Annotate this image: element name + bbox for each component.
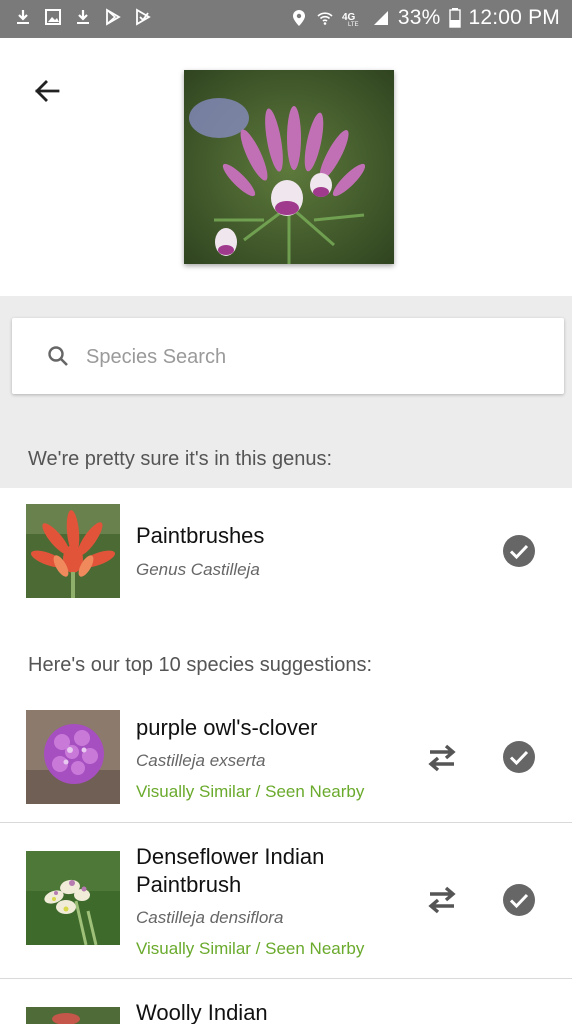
- species-section-label: Here's our top 10 species suggestions:: [28, 654, 373, 676]
- owls-clover-thumbnail: [26, 710, 120, 804]
- battery-icon: [448, 8, 461, 28]
- location-icon: [292, 10, 305, 26]
- genus-common-name: Paintbrushes: [136, 523, 265, 548]
- species-suggestion-row[interactable]: Woolly Indian: [0, 979, 572, 1024]
- species-common-name-line1: Woolly Indian: [136, 1000, 268, 1024]
- header: [0, 38, 572, 296]
- lte-icon: 4GLTE: [342, 12, 359, 27]
- download-icon: [17, 10, 29, 24]
- flower-photo-image: [184, 70, 394, 264]
- species-common-name-line2: Paintbrush: [136, 872, 242, 897]
- svg-text:LTE: LTE: [348, 22, 359, 27]
- species-scientific-name: Castilleja densiflora: [136, 908, 284, 927]
- wifi-icon: [317, 12, 333, 25]
- battery-percent: 33%: [397, 6, 441, 29]
- select-check-icon[interactable]: [502, 740, 536, 774]
- select-check-icon[interactable]: [502, 883, 536, 917]
- species-suggestion-row[interactable]: Denseflower Indian Paintbrush Castilleja…: [0, 823, 572, 978]
- select-check-icon[interactable]: [502, 534, 536, 568]
- back-arrow-icon[interactable]: [30, 74, 64, 108]
- woolly-thumbnail: [26, 1007, 120, 1024]
- genus-section-label: We're pretty sure it's in this genus:: [28, 448, 333, 470]
- species-suggestion-row[interactable]: purple owl's-clover Castilleja exserta V…: [0, 694, 572, 822]
- species-search-input[interactable]: [86, 340, 526, 374]
- species-common-name-line1: Denseflower Indian: [136, 844, 325, 869]
- paintbrush-thumbnail: [26, 504, 120, 598]
- genus-scientific-name: Genus Castilleja: [136, 560, 260, 579]
- clock: 12:00 PM: [468, 6, 560, 29]
- observation-photo[interactable]: [184, 70, 394, 264]
- play-store-icon: [106, 8, 121, 26]
- signal-icon: [373, 11, 388, 25]
- search-icon: [48, 346, 68, 366]
- suggestion-reason-tag: Visually Similar / Seen Nearby: [136, 939, 365, 958]
- compare-swap-icon[interactable]: [424, 882, 460, 918]
- play-store-icon: [136, 8, 151, 26]
- species-search-box[interactable]: [12, 318, 564, 394]
- compare-swap-icon[interactable]: [424, 740, 460, 776]
- status-bar: 4G LTE 33% 12:00 PM: [0, 0, 572, 38]
- species-scientific-name: Castilleja exserta: [136, 751, 266, 770]
- species-common-name: purple owl's-clover: [136, 715, 318, 740]
- denseflower-thumbnail: [26, 851, 120, 945]
- image-icon: [45, 9, 61, 25]
- genus-suggestion-row[interactable]: Paintbrushes Genus Castilleja: [0, 488, 572, 614]
- suggestion-reason-tag: Visually Similar / Seen Nearby: [136, 782, 365, 801]
- download-icon: [77, 10, 89, 24]
